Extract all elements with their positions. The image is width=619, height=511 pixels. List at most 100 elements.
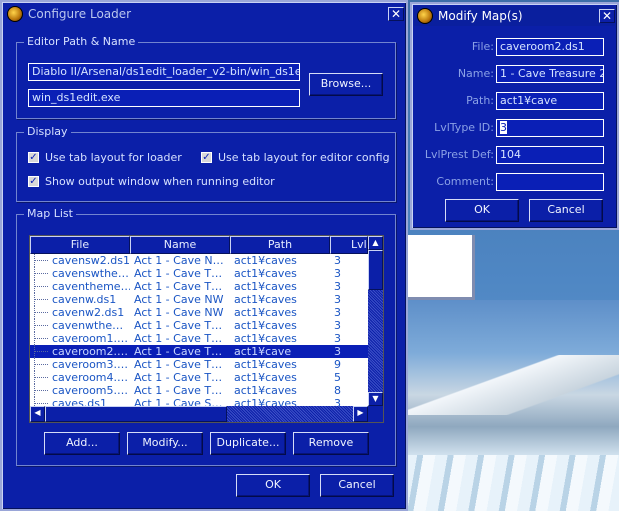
cell-lvl: 3 — [334, 306, 341, 319]
name-field[interactable]: 1 - Cave Treasure 2 — [496, 65, 604, 83]
tree-line — [34, 351, 48, 352]
cell-file: caveroom3.… — [52, 358, 129, 371]
name-field-label: Name: — [457, 67, 494, 80]
tab-layout-editor-checkbox[interactable]: ✓ — [201, 152, 212, 163]
horizontal-scrollbar[interactable]: ◀ ▶ — [30, 406, 368, 422]
cell-path: act1¥caves — [234, 293, 297, 306]
cell-file: caves.ds1 — [52, 397, 108, 406]
cell-name: Act 1 - Cave NW — [134, 293, 224, 306]
comment-field[interactable] — [496, 173, 604, 191]
tree-line — [34, 403, 48, 404]
modify-map-window: Modify Map(s) ✕ File: caveroom2.ds1 Name… — [410, 2, 619, 230]
lvltype-id-selected-text: 3 — [500, 121, 507, 134]
tree-line — [34, 286, 48, 287]
cell-lvl: 9 — [334, 358, 341, 371]
tree-line — [34, 273, 48, 274]
table-row[interactable]: cavenwthe… Act 1 - Cave T… act1¥caves 3 — [30, 319, 368, 332]
close-icon[interactable]: ✕ — [388, 7, 404, 21]
cell-name: Act 1 - Cave NW — [134, 306, 224, 319]
table-row[interactable]: caventheme… Act 1 - Cave T… act1¥caves 3 — [30, 280, 368, 293]
scrollbar-corner — [368, 406, 383, 422]
table-row[interactable]: cavenw.ds1 Act 1 - Cave NW act1¥caves 3 — [30, 293, 368, 306]
cell-name: Act 1 - Cave T… — [134, 358, 223, 371]
cancel-button[interactable]: Cancel — [320, 474, 394, 497]
tree-line — [34, 390, 48, 391]
cell-path: act1¥caves — [234, 267, 297, 280]
cell-lvl: 3 — [334, 293, 341, 306]
map-list-view[interactable]: File Name Path Lvl cavensw2.ds1 Act 1 - C… — [29, 235, 384, 423]
table-row[interactable]: caveroom2.… Act 1 - Cave T… act1¥cave 3 — [30, 345, 368, 358]
cell-file: caventheme… — [52, 280, 130, 293]
scroll-up-icon[interactable]: ▲ — [368, 236, 383, 250]
modify-cancel-button[interactable]: Cancel — [529, 199, 603, 222]
configure-loader-window: Configure Loader ✕ Editor Path & Name Di… — [0, 0, 408, 511]
cell-name: Act 1 - Cave T… — [134, 267, 223, 280]
modify-map-titlebar[interactable]: Modify Map(s) ✕ — [414, 6, 615, 26]
close-icon[interactable]: ✕ — [599, 9, 615, 23]
path-field[interactable]: act1¥cave — [496, 92, 604, 110]
cell-lvl: 3 — [334, 332, 341, 345]
column-header-name[interactable]: Name — [130, 236, 230, 254]
vertical-scrollbar[interactable]: ▲ ▼ — [368, 236, 383, 406]
cell-name: Act 1 - Cave T… — [134, 384, 223, 397]
cell-path: act1¥caves — [234, 358, 297, 371]
editor-exe-input[interactable]: win_ds1edit.exe — [28, 89, 300, 107]
modify-ok-button[interactable]: OK — [445, 199, 519, 222]
duplicate-map-button[interactable]: Duplicate... — [210, 432, 286, 455]
column-header-lvl[interactable]: Lvl — [330, 236, 368, 254]
add-map-button[interactable]: Add... — [44, 432, 120, 455]
lvltype-id-field[interactable]: 3 — [496, 119, 604, 137]
scroll-left-icon[interactable]: ◀ — [30, 406, 45, 422]
lvlprest-def-field[interactable]: 104 — [496, 146, 604, 164]
wallpaper-ice — [405, 455, 619, 511]
table-row[interactable]: caves.ds1 Act 1 - Cave S… act1¥caves 3 — [30, 397, 368, 406]
app-icon — [7, 6, 23, 22]
file-field[interactable]: caveroom2.ds1 — [496, 38, 604, 56]
cell-lvl: 8 — [334, 384, 341, 397]
configure-loader-titlebar[interactable]: Configure Loader ✕ — [4, 4, 404, 24]
cell-path: act1¥caves — [234, 384, 297, 397]
editor-path-group-label: Editor Path & Name — [24, 35, 139, 48]
column-header-file[interactable]: File — [30, 236, 130, 254]
cell-name: Act 1 - Cave T… — [134, 319, 223, 332]
cell-name: Act 1 - Cave T… — [134, 345, 223, 358]
output-window-checkbox[interactable]: ✓ — [28, 176, 39, 187]
tree-line — [34, 364, 48, 365]
cell-path: act1¥caves — [234, 306, 297, 319]
ok-button[interactable]: OK — [236, 474, 310, 497]
cell-file: caveroom1.… — [52, 332, 129, 345]
path-field-label: Path: — [466, 94, 494, 107]
cell-file: cavenswthe… — [52, 267, 129, 280]
app-icon — [417, 8, 433, 24]
horizontal-scroll-thumb[interactable] — [45, 406, 227, 422]
table-row[interactable]: cavenswthe… Act 1 - Cave T… act1¥caves 3 — [30, 267, 368, 280]
modify-map-button[interactable]: Modify... — [127, 432, 203, 455]
column-header-path[interactable]: Path — [230, 236, 330, 254]
table-row[interactable]: caveroom3.… Act 1 - Cave T… act1¥caves 9 — [30, 358, 368, 371]
comment-field-label: Comment: — [436, 175, 494, 188]
tab-layout-loader-checkbox[interactable]: ✓ — [28, 152, 39, 163]
cell-file: cavenw2.ds1 — [52, 306, 125, 319]
remove-map-button[interactable]: Remove — [293, 432, 369, 455]
tree-line — [34, 397, 35, 406]
tree-line — [34, 260, 48, 261]
cell-name: Act 1 - Cave S… — [134, 397, 223, 406]
scroll-down-icon[interactable]: ▼ — [368, 392, 383, 406]
table-row[interactable]: caveroom5.… Act 1 - Cave T… act1¥caves 8 — [30, 384, 368, 397]
browse-button[interactable]: Browse... — [309, 73, 383, 96]
cell-path: act1¥cave — [234, 345, 292, 358]
cell-name: Act 1 - Cave N… — [134, 254, 224, 267]
modify-window-title: Modify Map(s) — [438, 9, 523, 23]
cell-lvl: 3 — [334, 397, 341, 406]
table-row[interactable]: caveroom1.… Act 1 - Cave T… act1¥caves 3 — [30, 332, 368, 345]
editor-path-input[interactable]: Diablo II/Arsenal/ds1edit_loader_v2-bin/… — [28, 63, 300, 81]
scroll-right-icon[interactable]: ▶ — [353, 406, 368, 422]
table-row[interactable]: cavenw2.ds1 Act 1 - Cave NW act1¥caves 3 — [30, 306, 368, 319]
tree-line — [34, 325, 48, 326]
tab-layout-editor-label: Use tab layout for editor config — [218, 151, 390, 164]
vertical-scroll-thumb[interactable] — [368, 250, 383, 290]
cell-name: Act 1 - Cave T… — [134, 332, 223, 345]
table-row[interactable]: caveroom4.… Act 1 - Cave T… act1¥caves 5 — [30, 371, 368, 384]
output-window-label: Show output window when running editor — [45, 175, 275, 188]
table-row[interactable]: cavensw2.ds1 Act 1 - Cave N… act1¥caves 3 — [30, 254, 368, 267]
